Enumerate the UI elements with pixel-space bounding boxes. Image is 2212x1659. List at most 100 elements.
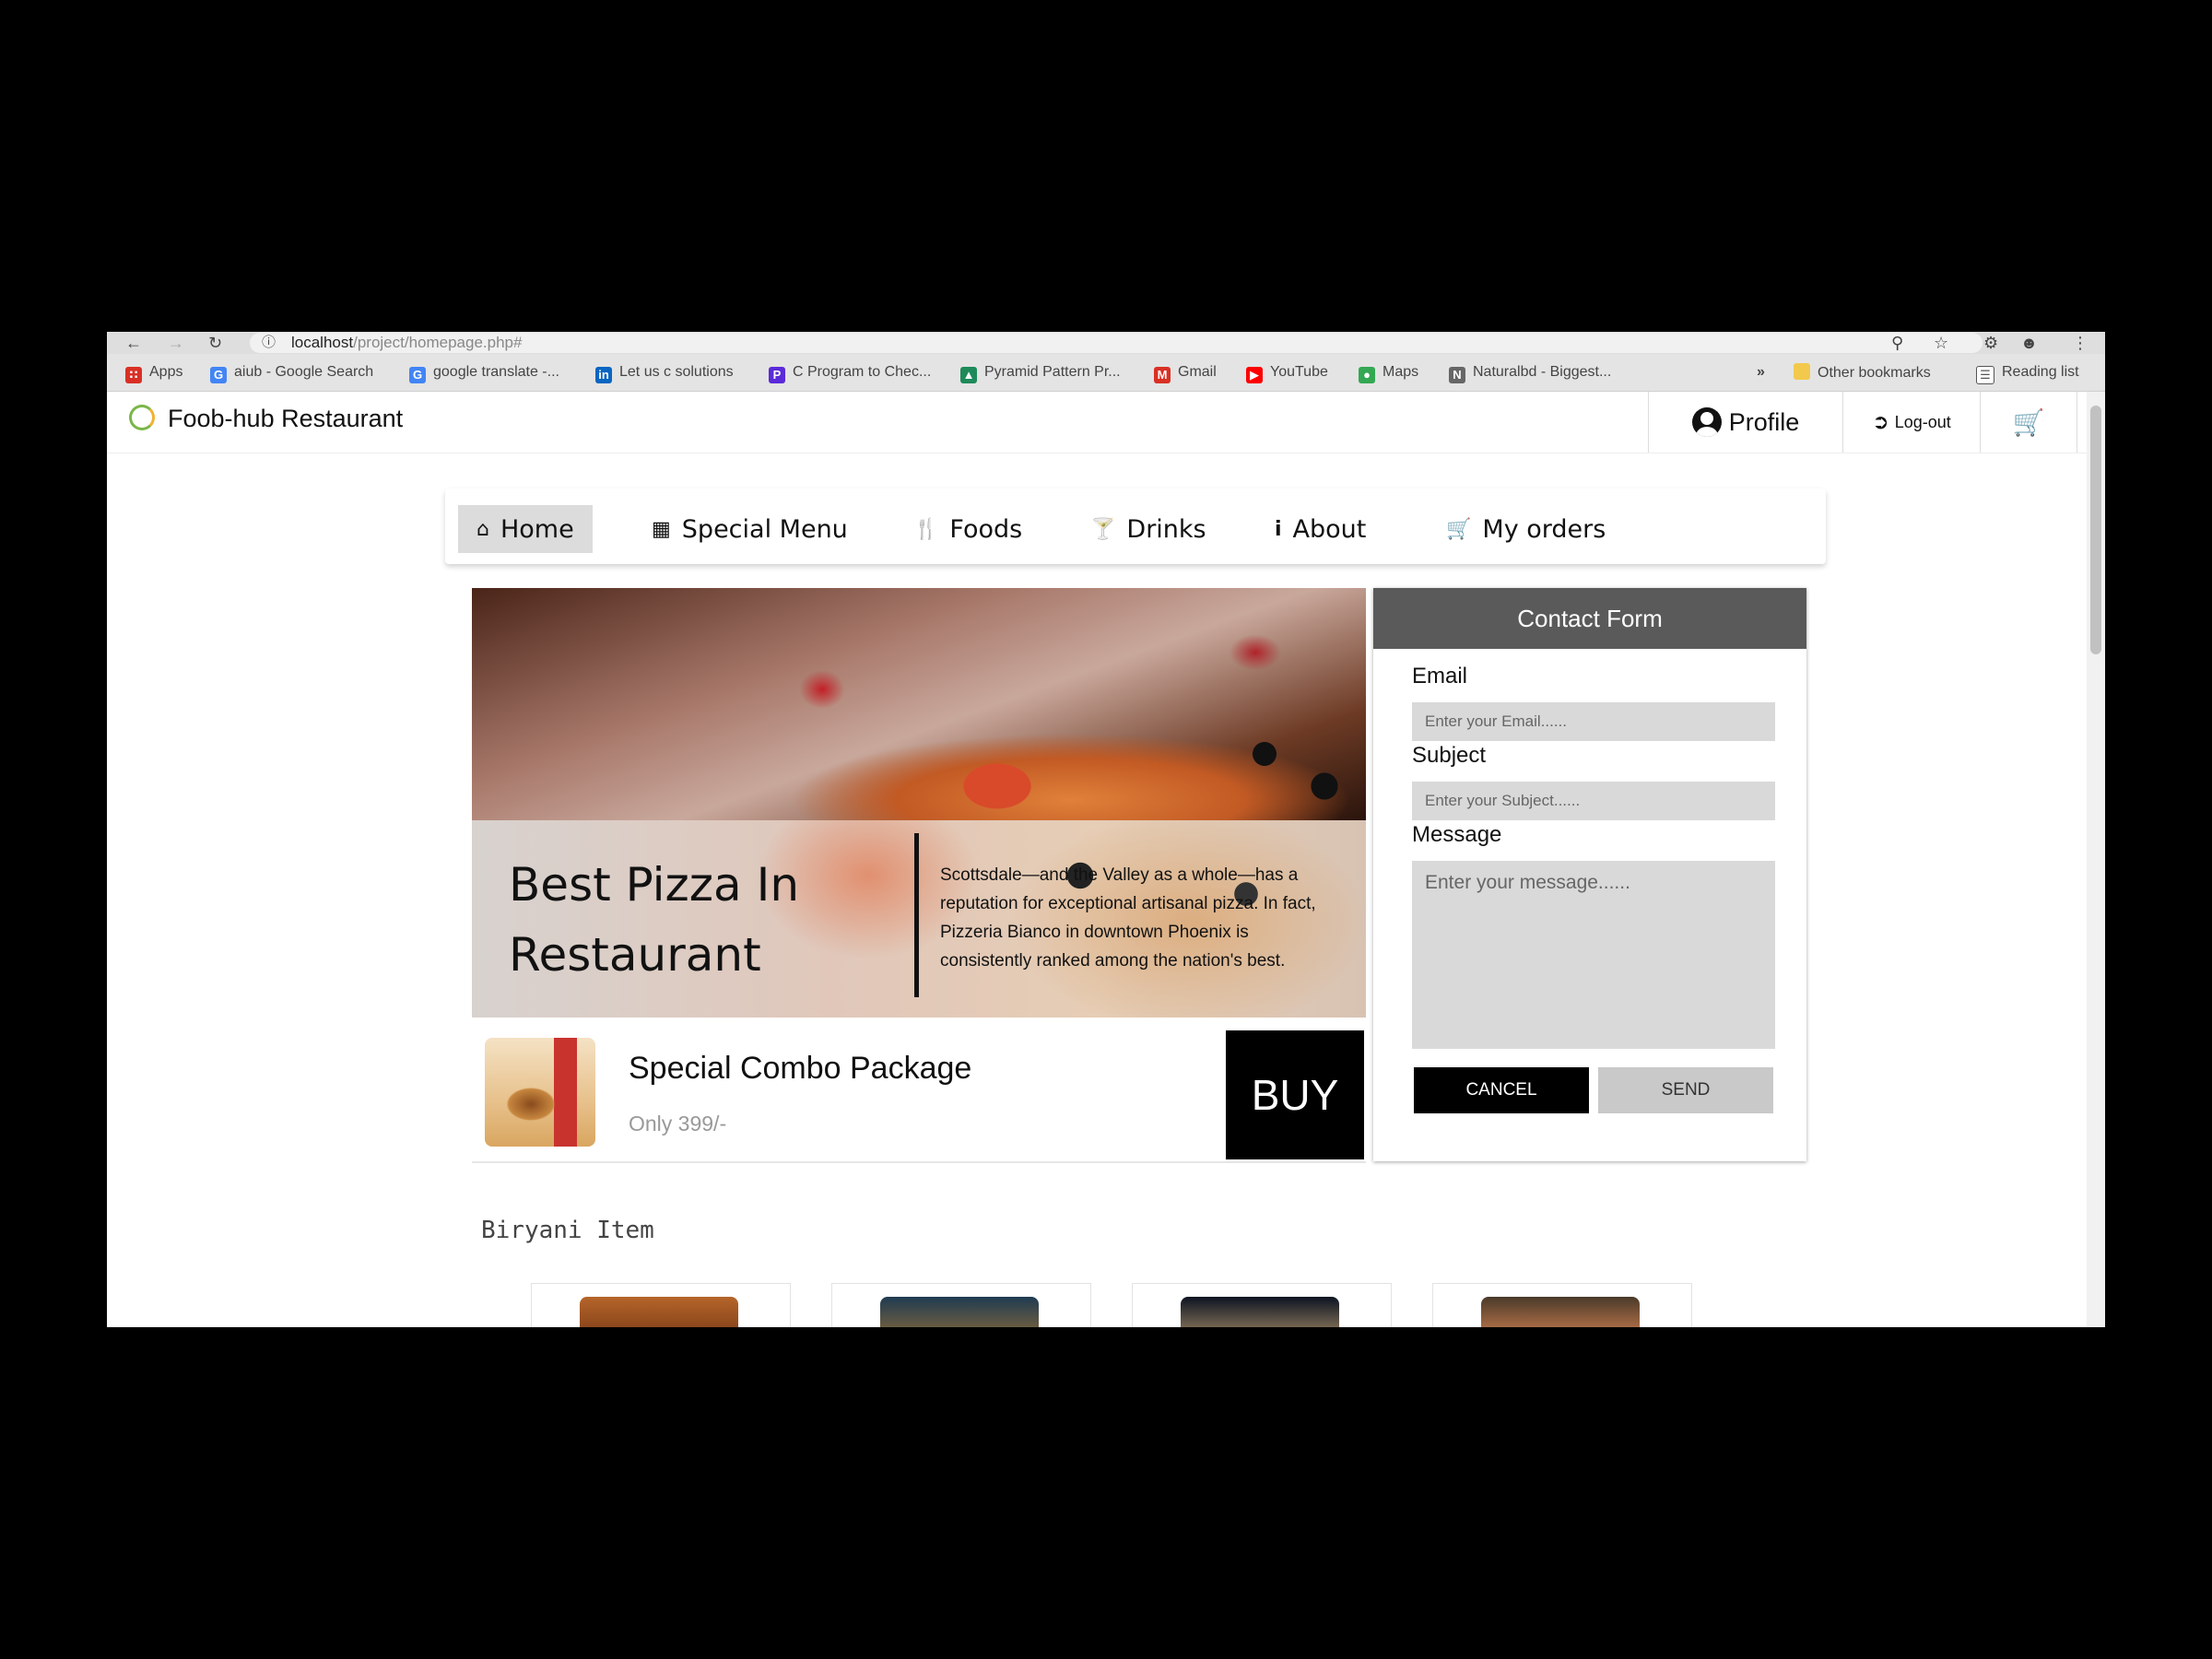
hero-title: Best Pizza In Restaurant: [509, 858, 800, 982]
nav-label: About: [1292, 514, 1367, 544]
subject-field[interactable]: [1412, 782, 1775, 820]
combo-title: Special Combo Package: [629, 1051, 972, 1086]
logout-icon: ➲: [1872, 410, 1889, 433]
p-logo-icon: P: [769, 367, 785, 383]
logout-label: Log-out: [1894, 412, 1951, 431]
folder-icon: [1794, 363, 1810, 380]
bookmark-aiub[interactable]: Gaiub - Google Search: [210, 363, 373, 383]
star-icon[interactable]: ☆: [1934, 334, 1948, 352]
bookmark-naturalbd[interactable]: N Naturalbd - Biggest...: [1449, 363, 1611, 383]
key-icon[interactable]: ⚲: [1891, 334, 1903, 352]
reading-list-icon: ☰: [1976, 366, 1994, 384]
bookmarks-overflow[interactable]: »: [1757, 363, 1765, 382]
bookmark-label: Naturalbd - Biggest...: [1473, 364, 1612, 380]
cart-button[interactable]: 🛒: [1980, 392, 2077, 453]
bookmark-label: Pyramid Pattern Pr...: [984, 364, 1121, 380]
youtube-icon: ▶: [1246, 367, 1263, 383]
combo-price: Only 399/-: [629, 1112, 727, 1135]
profile-button[interactable]: Profile: [1648, 392, 1842, 453]
food-card[interactable]: [1132, 1283, 1392, 1327]
bookmark-label: Apps: [149, 364, 183, 380]
reading-list[interactable]: ☰ Reading list: [1976, 363, 2079, 384]
bookmark-gmail[interactable]: M Gmail: [1154, 363, 1217, 383]
contact-form-title: Contact Form: [1373, 588, 1806, 649]
cocktail-icon: 🍸: [1090, 517, 1116, 541]
subject-label: Subject: [1412, 743, 1487, 768]
hero-banner: Best Pizza In Restaurant Scottsdale—and …: [472, 588, 1366, 1018]
food-image: [1481, 1297, 1640, 1327]
logo-icon: [129, 405, 155, 430]
nav-about[interactable]: i About: [1275, 505, 1366, 553]
nav-label: Special Menu: [681, 514, 848, 544]
utensils-icon: 🍴: [913, 517, 939, 541]
food-card[interactable]: [831, 1283, 1091, 1327]
bookmark-other[interactable]: Other bookmarks: [1794, 363, 1931, 382]
cart-icon: 🛒: [1446, 517, 1472, 541]
cancel-button[interactable]: CANCEL: [1414, 1067, 1589, 1113]
food-image: [880, 1297, 1039, 1327]
combo-image: [485, 1038, 595, 1147]
bookmark-label: YouTube: [1270, 364, 1328, 380]
section-title: Biryani Item: [481, 1217, 654, 1244]
bookmark-label: Other bookmarks: [1818, 365, 1931, 381]
food-card[interactable]: [1432, 1283, 1692, 1327]
profile-label: Profile: [1728, 407, 1800, 436]
url-host: localhost: [291, 334, 354, 351]
bookmark-apps[interactable]: ∷ Apps: [125, 363, 182, 383]
grid-icon: ▦: [652, 517, 671, 541]
profile-avatar-icon[interactable]: ☻: [2020, 334, 2038, 352]
header-actions: Profile ➲ Log-out 🛒: [1648, 392, 2077, 453]
nav-special-menu[interactable]: ▦ Special Menu: [652, 505, 848, 553]
forward-icon[interactable]: →: [168, 334, 184, 352]
maps-icon: ●: [1359, 367, 1375, 383]
google-icon: G: [210, 367, 227, 383]
main-nav: ⌂ Home ▦ Special Menu 🍴 Foods 🍸 Drinks i…: [445, 488, 1826, 564]
pizza-image: [472, 588, 1366, 820]
nav-foods[interactable]: 🍴 Foods: [913, 505, 1022, 553]
nav-label: Home: [500, 514, 574, 544]
food-image: [1181, 1297, 1339, 1327]
site-title[interactable]: Foob-hub Restaurant: [168, 405, 403, 433]
google-icon: G: [409, 367, 426, 383]
url-text[interactable]: localhost/project/homepage.php#: [291, 334, 522, 352]
buy-button[interactable]: BUY: [1226, 1030, 1364, 1159]
address-bar: ← → ↻ ⓘ localhost/project/homepage.php# …: [107, 332, 2105, 354]
message-label: Message: [1412, 822, 1502, 847]
page-scrollbar[interactable]: [2087, 392, 2105, 1327]
reading-list-label: Reading list: [2002, 364, 2079, 380]
hero-caption: Best Pizza In Restaurant Scottsdale—and …: [472, 820, 1366, 1018]
bookmark-pyramid[interactable]: ▲ Pyramid Pattern Pr...: [960, 363, 1121, 383]
scrollbar-thumb[interactable]: [2090, 406, 2101, 654]
food-card[interactable]: [531, 1283, 791, 1327]
nav-label: Drinks: [1126, 514, 1206, 544]
extensions-icon[interactable]: ⚙: [1983, 334, 1998, 352]
message-field[interactable]: [1412, 861, 1775, 1049]
bookmark-label: google translate -...: [433, 364, 559, 380]
bookmark-c-program[interactable]: P C Program to Chec...: [769, 363, 931, 383]
nav-label: My orders: [1482, 514, 1606, 544]
email-field[interactable]: [1412, 702, 1775, 741]
bookmark-label: Gmail: [1178, 364, 1217, 380]
site-icon: ▲: [960, 367, 977, 383]
site-info-icon[interactable]: ⓘ: [262, 334, 276, 352]
nav-label: Foods: [949, 514, 1023, 544]
nav-home[interactable]: ⌂ Home: [458, 505, 593, 553]
email-label: Email: [1412, 664, 1468, 688]
logout-button[interactable]: ➲ Log-out: [1842, 392, 1980, 453]
menu-dots-icon[interactable]: ⋮: [2072, 334, 2088, 352]
site-header: Foob-hub Restaurant Profile ➲ Log-out 🛒: [107, 392, 2087, 453]
send-button[interactable]: SEND: [1598, 1067, 1773, 1113]
bookmark-maps[interactable]: ● Maps: [1359, 363, 1418, 383]
reload-icon[interactable]: ↻: [208, 334, 222, 352]
cart-icon: 🛒: [2012, 407, 2045, 437]
nav-my-orders[interactable]: 🛒 My orders: [1446, 505, 1606, 553]
hero-description: Scottsdale—and the Valley as a whole—has…: [940, 865, 1316, 971]
back-icon[interactable]: ←: [125, 334, 142, 352]
bookmark-translate[interactable]: Ggoogle translate -...: [409, 363, 559, 383]
nav-drinks[interactable]: 🍸 Drinks: [1090, 505, 1206, 553]
site-icon: N: [1449, 367, 1465, 383]
apps-grid-icon: ∷: [125, 367, 142, 383]
home-icon: ⌂: [477, 517, 489, 541]
bookmark-youtube[interactable]: ▶ YouTube: [1246, 363, 1328, 383]
bookmark-let-us-c[interactable]: in Let us c solutions: [595, 363, 734, 383]
